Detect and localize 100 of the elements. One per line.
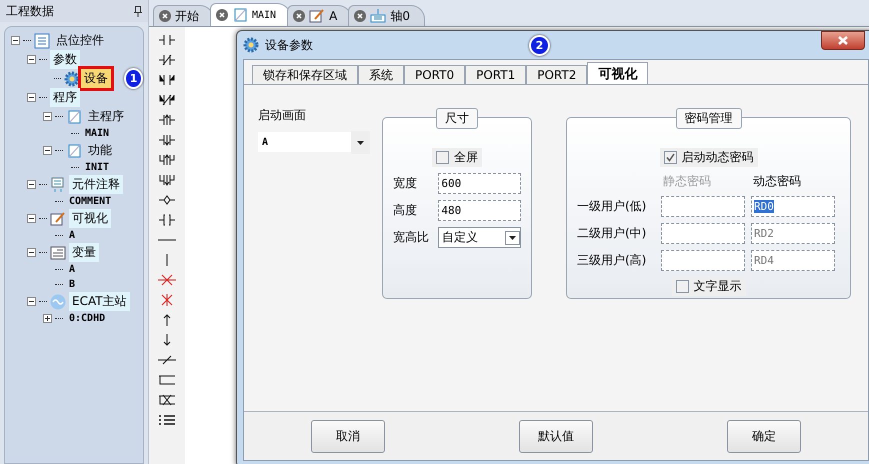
- input-field[interactable]: [661, 250, 745, 271]
- checkbox[interactable]: [436, 151, 449, 164]
- step-badge: 2: [529, 34, 550, 56]
- bracket-coil-icon[interactable]: [157, 213, 177, 227]
- close-icon[interactable]: [159, 10, 171, 22]
- collapse-icon[interactable]: [43, 112, 52, 121]
- dialog-tab[interactable]: 锁存和保存区域: [252, 65, 358, 84]
- rising-edge-icon[interactable]: [157, 113, 177, 127]
- dialog-tab[interactable]: PORT2: [526, 65, 588, 84]
- dialog-button[interactable]: 取消: [311, 420, 385, 452]
- close-icon[interactable]: [293, 10, 306, 22]
- dialog-button[interactable]: 默认值: [519, 420, 593, 452]
- step-badge: 1: [124, 68, 143, 89]
- wave-icon: [50, 294, 66, 310]
- input-field[interactable]: [661, 196, 745, 217]
- dialog-tab[interactable]: PORT0: [404, 65, 466, 84]
- rising-edge-icon[interactable]: [157, 153, 177, 167]
- column-header: 动态密码: [753, 173, 802, 190]
- input-field[interactable]: [661, 223, 745, 244]
- tree-item[interactable]: 设备: [81, 69, 112, 88]
- tree-item[interactable]: COMMENT: [66, 195, 114, 208]
- field-label: 宽度: [393, 175, 418, 192]
- collapse-icon[interactable]: [27, 55, 36, 64]
- editor-tab[interactable]: 轴0: [348, 5, 425, 26]
- start-screen-dropdown[interactable]: A: [258, 132, 370, 152]
- tree-item[interactable]: 0:CDHD: [66, 312, 108, 325]
- delete-block-icon[interactable]: [157, 393, 177, 407]
- comment-icon: [50, 176, 66, 192]
- collapse-icon[interactable]: [11, 36, 20, 45]
- checkbox-label: 全屏: [454, 149, 478, 166]
- close-icon[interactable]: [216, 9, 228, 21]
- collapse-icon[interactable]: [27, 93, 36, 102]
- dialog-tab[interactable]: 可视化: [587, 62, 648, 84]
- document-icon: [66, 142, 82, 158]
- expand-icon[interactable]: [43, 314, 52, 323]
- block-icon[interactable]: [157, 373, 177, 387]
- closed-contact-icon[interactable]: [157, 93, 177, 107]
- field-label: 一级用户(低): [577, 198, 648, 215]
- checkbox[interactable]: [664, 151, 676, 164]
- input-field[interactable]: RD2: [751, 223, 835, 244]
- input-field[interactable]: RD4: [751, 250, 835, 271]
- input-field[interactable]: 600: [438, 173, 521, 194]
- tree-item[interactable]: MAIN: [82, 127, 112, 140]
- column-header: 静态密码: [663, 173, 712, 190]
- panel-title: 工程数据: [6, 2, 54, 20]
- field-label: 高度: [393, 202, 418, 219]
- close-icon: [837, 36, 849, 45]
- group-title: 密码管理: [676, 108, 742, 129]
- tree-item[interactable]: A: [66, 263, 78, 276]
- closed-contact-icon[interactable]: [157, 53, 177, 67]
- tree-item[interactable]: 程序: [50, 88, 80, 107]
- input-field[interactable]: 480: [438, 200, 521, 221]
- document-icon: [232, 7, 248, 23]
- collapse-icon[interactable]: [27, 248, 36, 257]
- list-icon[interactable]: [157, 413, 177, 427]
- gear-icon: [243, 37, 259, 53]
- close-button[interactable]: [821, 31, 865, 50]
- tree-item[interactable]: 功能: [85, 141, 115, 160]
- tree-item[interactable]: ECAT主站: [69, 292, 130, 311]
- input-field[interactable]: RD0: [751, 196, 835, 217]
- dialog-title: 设备参数: [265, 36, 313, 54]
- pin-icon[interactable]: [134, 6, 142, 16]
- contact-icon[interactable]: [157, 73, 177, 87]
- ratio-dropdown[interactable]: 自定义: [438, 227, 521, 248]
- tree-item[interactable]: 变量: [69, 243, 99, 262]
- gear-icon: [64, 70, 78, 86]
- tree-item[interactable]: 元件注释: [69, 175, 123, 194]
- tray-icon: [370, 8, 386, 24]
- checkbox[interactable]: [676, 280, 688, 293]
- tree-item[interactable]: INIT: [82, 161, 112, 174]
- falling-edge-icon[interactable]: [157, 173, 177, 187]
- tree-item[interactable]: 可视化: [69, 209, 111, 228]
- collapse-icon[interactable]: [27, 214, 36, 223]
- field-label: 三级用户(高): [577, 252, 648, 269]
- group-title: 尺寸: [436, 108, 478, 129]
- dialog-tab[interactable]: 系统: [358, 65, 404, 84]
- delete-line-icon[interactable]: [157, 273, 177, 287]
- tree-item[interactable]: B: [66, 278, 78, 291]
- tree-item[interactable]: 主程序: [85, 107, 127, 126]
- dropdown-arrow-icon: [509, 236, 516, 240]
- falling-edge-icon[interactable]: [157, 133, 177, 147]
- document-icon: [66, 108, 82, 124]
- tree-item[interactable]: A: [66, 229, 78, 242]
- field-label: 宽高比: [393, 229, 430, 246]
- tree-item[interactable]: 参数: [50, 50, 80, 69]
- collapse-icon[interactable]: [27, 297, 36, 306]
- field-label: 二级用户(中): [577, 225, 648, 242]
- tree-item[interactable]: 点位控件: [53, 31, 107, 50]
- coil-icon[interactable]: [157, 193, 177, 207]
- collapse-icon[interactable]: [27, 180, 36, 189]
- dialog-tab[interactable]: PORT1: [465, 65, 526, 84]
- contact-icon[interactable]: [157, 33, 177, 47]
- checkbox-label: 启动动态密码: [682, 149, 754, 166]
- field-label: 启动画面: [258, 107, 307, 124]
- checkbox-label: 文字显示: [694, 278, 742, 295]
- collapse-icon[interactable]: [43, 146, 52, 155]
- close-icon[interactable]: [354, 10, 366, 22]
- list-icon: [34, 32, 50, 48]
- slash-line-icon[interactable]: [157, 353, 177, 367]
- dialog-button[interactable]: 确定: [727, 420, 801, 452]
